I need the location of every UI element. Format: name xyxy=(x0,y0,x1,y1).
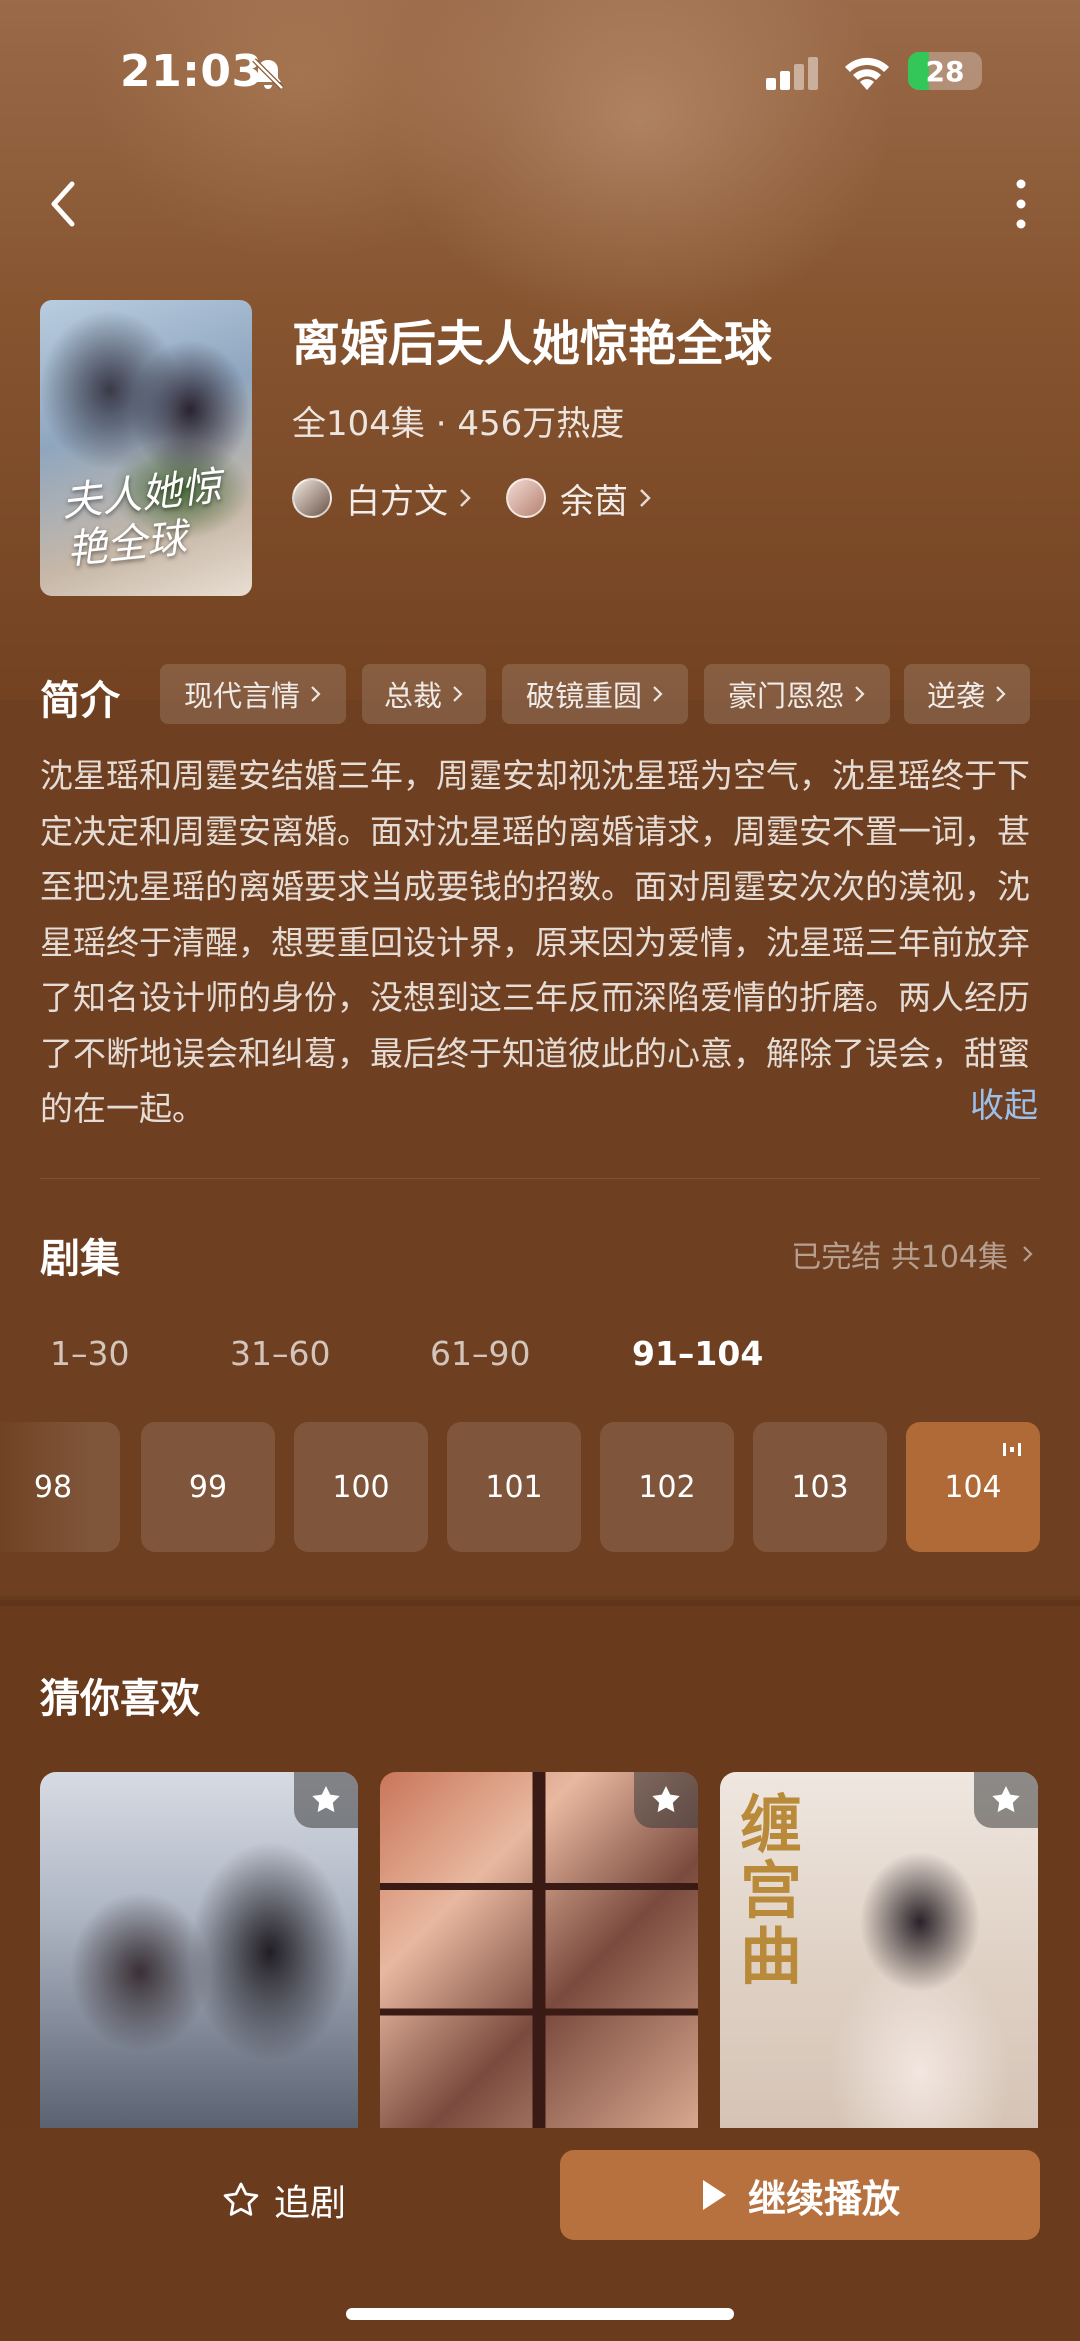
tag-chip[interactable]: 逆袭 xyxy=(904,664,1030,724)
actor-name: 白方文 xyxy=(346,481,448,522)
continue-play-button[interactable]: 继续播放 xyxy=(560,2150,1040,2240)
tag-chip[interactable]: 破镜重圆 xyxy=(502,664,688,724)
chevron-right-icon xyxy=(1023,1246,1033,1262)
follow-label: 追剧 xyxy=(274,2183,347,2224)
tag-chip[interactable]: 现代言情 xyxy=(160,664,346,724)
tag-label: 现代言情 xyxy=(183,679,300,713)
chevron-right-icon xyxy=(460,489,471,507)
drama-meta: 全104集 · 456万热度 xyxy=(292,404,625,444)
chevron-right-icon xyxy=(855,686,865,702)
chevron-right-icon xyxy=(996,686,1006,702)
avatar xyxy=(292,478,332,518)
episode-range-tab[interactable]: 61–90 xyxy=(430,1334,530,1373)
battery-icon: 28 xyxy=(908,52,982,90)
follow-button[interactable]: 追剧 xyxy=(222,2174,346,2226)
actor-name: 余茵 xyxy=(560,481,628,522)
wifi-icon xyxy=(845,57,889,90)
episode-button[interactable]: 99 xyxy=(141,1422,275,1552)
episode-range-tab-active[interactable]: 91–104 xyxy=(632,1334,763,1373)
avatar xyxy=(506,478,546,518)
chevron-right-icon xyxy=(640,489,651,507)
intro-heading: 简介 xyxy=(40,678,120,724)
favorite-badge[interactable] xyxy=(294,1772,358,1828)
episode-button[interactable]: 100 xyxy=(294,1422,428,1552)
chevron-right-icon xyxy=(453,686,463,702)
episodes-heading: 剧集 xyxy=(40,1236,120,1282)
star-icon xyxy=(652,1786,680,1813)
section-separator xyxy=(0,1596,1080,1606)
episode-range-tab[interactable]: 31–60 xyxy=(230,1334,330,1373)
play-icon xyxy=(702,2180,726,2210)
episode-grid: 98 99 100 101 102 103 104 xyxy=(0,1422,1080,1552)
poster-title-text: 夫人她惊艳全球 xyxy=(59,463,224,574)
episode-range-tab[interactable]: 1–30 xyxy=(50,1334,130,1373)
status-time: 21:03 xyxy=(120,46,263,97)
actor-link[interactable]: 白方文 xyxy=(292,472,472,524)
episode-button[interactable]: 98 xyxy=(0,1422,120,1552)
tag-label: 逆袭 xyxy=(926,679,985,713)
play-label: 继续播放 xyxy=(747,2176,900,2221)
tag-label: 总裁 xyxy=(383,679,442,713)
favorite-badge[interactable] xyxy=(974,1772,1038,1828)
now-playing-icon xyxy=(1003,1443,1021,1456)
episode-button-current[interactable]: 104 xyxy=(906,1422,1040,1552)
drama-poster[interactable]: 夫人她惊艳全球 xyxy=(40,300,252,596)
episode-number: 104 xyxy=(944,1469,1002,1505)
chevron-right-icon xyxy=(653,686,663,702)
star-outline-icon xyxy=(223,2182,259,2216)
tag-chip[interactable]: 豪门恩怨 xyxy=(704,664,890,724)
synopsis-text: 沈星瑶和周霆安结婚三年，周霆安却视沈星瑶为空气，沈星瑶终于下定决定和周霆安离婚。… xyxy=(40,756,1030,1128)
battery-text: 28 xyxy=(925,55,965,88)
episodes-status-link[interactable]: 已完结 共104集 xyxy=(791,1232,1034,1276)
poster-title-text: 缠宫曲 xyxy=(740,1788,803,1993)
tag-label: 豪门恩怨 xyxy=(727,679,844,713)
cellular-signal-icon xyxy=(766,57,818,90)
episode-button[interactable]: 102 xyxy=(600,1422,734,1552)
star-icon xyxy=(312,1786,340,1813)
episode-button[interactable]: 101 xyxy=(447,1422,581,1552)
recommend-card[interactable]: 缠宫曲 xyxy=(720,1772,1038,2130)
actor-link[interactable]: 余茵 xyxy=(506,472,652,524)
drama-title: 离婚后夫人她惊艳全球 xyxy=(292,316,773,372)
home-indicator[interactable] xyxy=(346,2308,734,2320)
recommend-card[interactable] xyxy=(40,1772,358,2130)
tag-chip[interactable]: 总裁 xyxy=(362,664,486,724)
tag-label: 破镜重圆 xyxy=(525,679,642,713)
chevron-right-icon xyxy=(311,686,321,702)
episodes-status: 已完结 共104集 xyxy=(791,1240,1008,1275)
episode-button[interactable]: 103 xyxy=(753,1422,887,1552)
back-icon[interactable] xyxy=(44,176,84,232)
star-icon xyxy=(992,1786,1020,1813)
more-options-icon[interactable] xyxy=(1006,176,1036,232)
collapse-link[interactable]: 收起 xyxy=(970,1078,1038,1127)
divider xyxy=(40,1178,1040,1179)
recommend-card[interactable] xyxy=(380,1772,698,2130)
bell-muted-icon xyxy=(252,58,284,90)
recommend-heading: 猜你喜欢 xyxy=(40,1676,200,1722)
favorite-badge[interactable] xyxy=(634,1772,698,1828)
